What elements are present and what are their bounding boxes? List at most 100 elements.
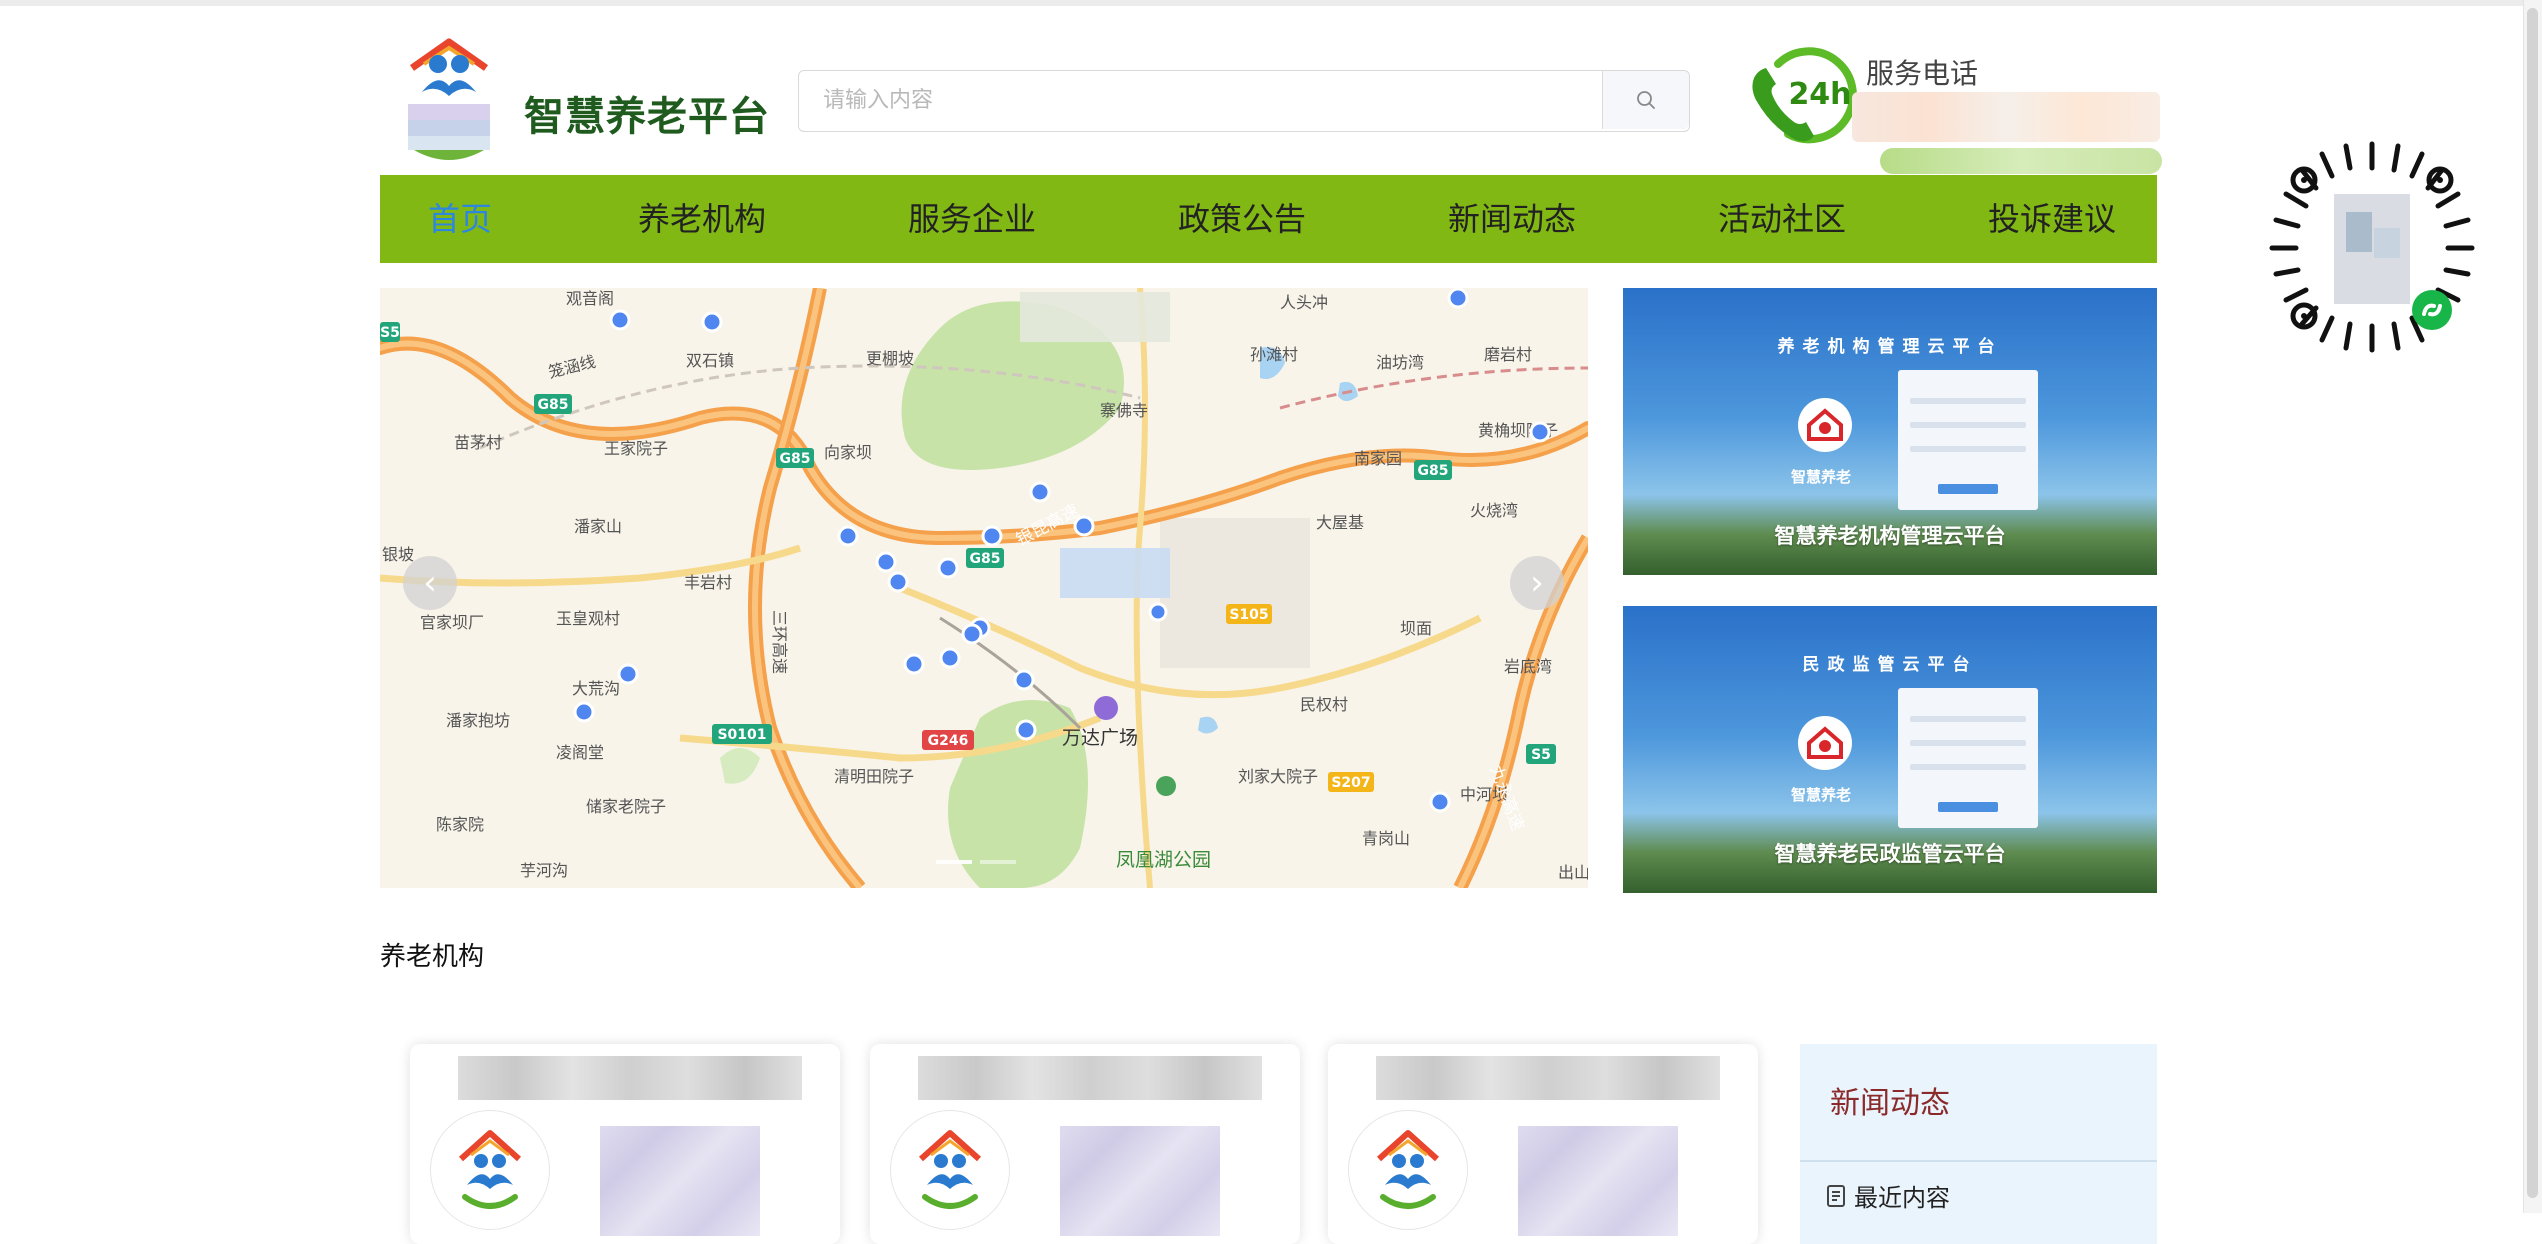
map-label: 人头冲 (1280, 293, 1328, 312)
service-phone-label: 服务电话 (1866, 57, 1979, 90)
map-label: 三环高速 (770, 610, 789, 674)
carousel-next-button[interactable]: › (1510, 556, 1564, 610)
road-shield: G85 (1418, 463, 1449, 479)
search-box (798, 70, 1690, 132)
map-label: 岩底湾 (1504, 657, 1552, 676)
road-shield: S5 (380, 325, 400, 341)
map-label: 银坡 (382, 545, 414, 564)
carousel-dot[interactable] (980, 860, 1016, 864)
map-label: 寨佛寺 (1100, 401, 1148, 420)
map-label: 芋河沟 (520, 861, 568, 880)
search-icon (1637, 91, 1655, 109)
phone-24h-icon: 24h (1748, 42, 1864, 150)
miniprogram-qr-code (2262, 138, 2482, 358)
map-label: 孙滩村 (1250, 345, 1298, 364)
institution-card[interactable] (410, 1044, 840, 1244)
map-label: 双石镇 (686, 351, 734, 370)
civil-affairs-cloud-banner[interactable]: 民政监管云平台 智慧养老 智慧养老民政监管云平台 (1623, 606, 2157, 893)
institution-logo-icon (1348, 1110, 1468, 1230)
chevron-left-icon: ‹ (423, 563, 437, 603)
map-label: 凤凰湖公园 (1116, 849, 1211, 871)
banner-brand: 智慧养老 (1791, 468, 1852, 486)
map-label: 陈家院 (436, 815, 484, 834)
banner-logo-icon (1798, 716, 1852, 770)
nav-community[interactable]: 活动社区 (1718, 175, 1846, 263)
nav-home[interactable]: 首页 (428, 175, 492, 263)
map-label: 出山 (1558, 863, 1588, 882)
nav-institutions[interactable]: 养老机构 (638, 175, 766, 263)
map-label: 民权村 (1300, 695, 1348, 714)
map-label: 潘家抱坊 (446, 711, 510, 730)
scrollbar-thumb[interactable] (2527, 8, 2538, 1198)
road-shield: S5 (1531, 747, 1551, 763)
news-panel: 新闻动态 最近内容 (1800, 1044, 2157, 1244)
map-label: 大荒沟 (572, 679, 620, 698)
map-label: 清明田院子 (834, 767, 914, 786)
map-label: 玉皇观村 (556, 609, 620, 628)
map-label: 刘家大院子 (1238, 767, 1318, 786)
map-blur (1060, 548, 1170, 598)
map-label: 南家园 (1354, 449, 1402, 468)
map-label: 储家老院子 (586, 797, 666, 816)
map-canvas[interactable]: G85 G85 G85 G85 S105 S0101 G246 S207 S5 … (380, 288, 1588, 888)
institution-card[interactable] (870, 1044, 1300, 1244)
main-nav: 首页 养老机构 服务企业 政策公告 新闻动态 活动社区 投诉建议 (380, 175, 2157, 263)
news-recent-item[interactable]: 最近内容 (1826, 1178, 1950, 1213)
map-label: 坝面 (1400, 619, 1432, 638)
nav-service-companies[interactable]: 服务企业 (908, 175, 1036, 263)
banner-title: 民政监管云平台 (1802, 655, 1978, 675)
map-blur (1020, 292, 1170, 342)
nav-news[interactable]: 新闻动态 (1448, 175, 1576, 263)
nav-complaints[interactable]: 投诉建议 (1988, 175, 2116, 263)
map-label: 王家院子 (604, 439, 668, 458)
institution-logo-icon (890, 1110, 1010, 1230)
news-recent-label: 最近内容 (1854, 1184, 1950, 1212)
search-button[interactable] (1602, 71, 1689, 129)
news-panel-title[interactable]: 新闻动态 (1830, 1078, 1950, 1122)
service-phone-number-blurred (1852, 92, 2160, 142)
map-label: 更棚坡 (866, 349, 914, 368)
banner-caption: 智慧养老机构管理云平台 (1774, 524, 2006, 548)
map-label: 万达广场 (1062, 727, 1138, 749)
platform-title: 智慧养老平台 (524, 94, 770, 140)
institution-name-blurred (918, 1056, 1262, 1100)
news-panel-divider (1800, 1160, 2157, 1162)
road-shield: G85 (538, 397, 569, 413)
map-label: 观音阁 (566, 289, 614, 308)
service-phone-decoration (1880, 148, 2162, 174)
map-label: 官家坝厂 (420, 613, 484, 632)
map-label: 青岗山 (1362, 829, 1410, 848)
search-input[interactable] (799, 71, 1599, 129)
banner-caption: 智慧养老民政监管云平台 (1774, 842, 2006, 866)
carousel-prev-button[interactable]: ‹ (403, 556, 457, 610)
map-label: 大屋基 (1316, 513, 1364, 532)
document-icon (1827, 1184, 1845, 1207)
road-shield: G246 (928, 733, 969, 749)
carousel-dot[interactable] (936, 860, 972, 864)
map-label: 火烧湾 (1470, 501, 1518, 520)
road-shield: S105 (1229, 607, 1268, 623)
institution-card[interactable] (1328, 1044, 1758, 1244)
map-label: 丰岩村 (684, 573, 732, 592)
banner-logo-icon (1798, 398, 1852, 452)
nav-policy[interactable]: 政策公告 (1178, 175, 1306, 263)
banner-brand: 智慧养老 (1791, 786, 1852, 804)
page-scrollbar[interactable] (2523, 0, 2542, 1213)
institution-logo-icon (430, 1110, 550, 1230)
map-label: 苗茅村 (454, 433, 502, 452)
chevron-right-icon: › (1530, 563, 1544, 603)
map-label: 磨岩村 (1484, 345, 1532, 364)
institution-cloud-banner[interactable]: 养老机构管理云平台 智慧养老 智慧养老机构管理云平台 (1623, 288, 2157, 575)
platform-logo[interactable] (404, 34, 494, 164)
institution-name-blurred (458, 1056, 802, 1100)
map-label: 向家坝 (824, 443, 872, 462)
banner-login-panel (1898, 688, 2038, 828)
institution-info-blurred (1518, 1126, 1678, 1236)
banner-login-panel (1898, 370, 2038, 510)
browser-top-border (0, 0, 2542, 6)
road-shield: S0101 (717, 727, 766, 743)
map-label: 潘家山 (574, 517, 622, 536)
map-label: 凌阁堂 (556, 743, 604, 762)
map-carousel[interactable]: G85 G85 G85 G85 S105 S0101 G246 S207 S5 … (380, 288, 1588, 888)
map-label: 油坊湾 (1376, 353, 1424, 372)
